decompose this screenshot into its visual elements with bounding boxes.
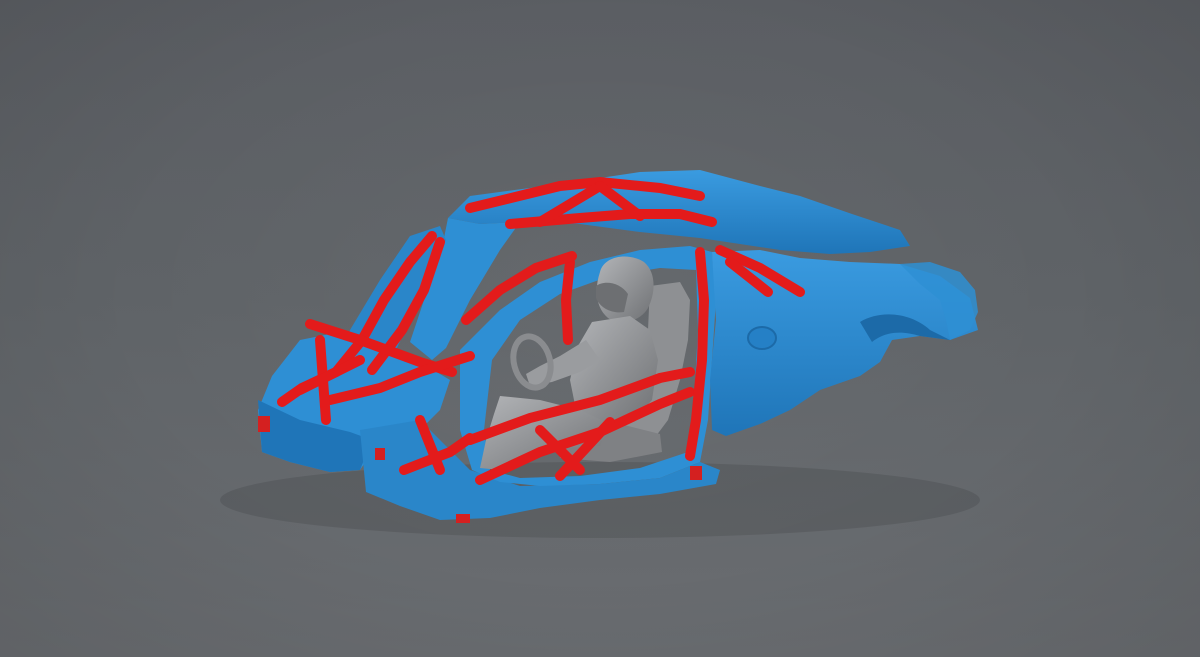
rear-marker [690,466,702,480]
bumper-marker [375,448,385,460]
fuel-flap [747,326,777,350]
sill-marker [456,514,470,523]
3d-viewport[interactable] [0,0,1200,657]
3d-model-render[interactable] [0,0,1200,657]
front-marker [258,416,270,432]
cage-b-pillar-front [560,257,575,345]
